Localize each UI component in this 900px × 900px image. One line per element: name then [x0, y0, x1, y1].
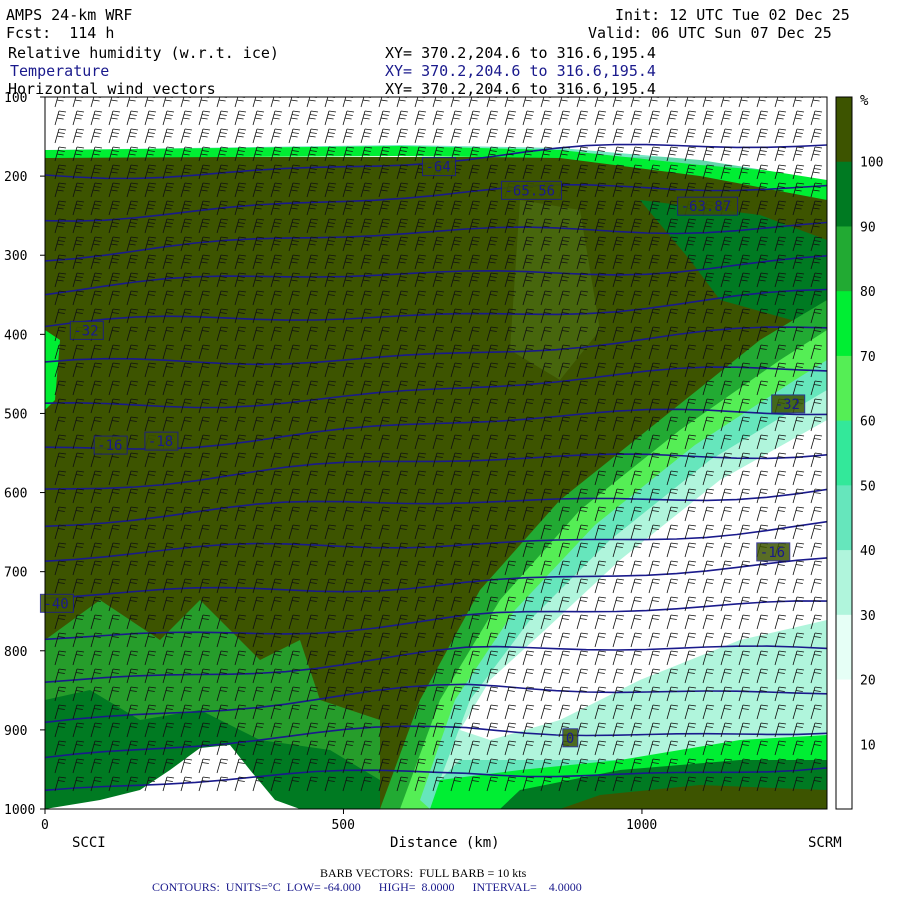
colorbar: 10 20 30 40 50 60 70 80 90 100: [835, 96, 883, 810]
y-tick-label: 800: [4, 645, 27, 660]
y-tick-label: 700: [4, 566, 27, 581]
y-tick-label: 400: [4, 328, 27, 343]
colorbar-segment: [836, 226, 852, 292]
colorbar-unit: %: [860, 93, 869, 109]
x-tick-label: 500: [331, 818, 354, 833]
colorbar-label: 80: [860, 285, 876, 300]
isotherm-label: 0: [562, 728, 579, 748]
barb-note: BARB VECTORS: FULL BARB = 10 kts: [320, 866, 527, 880]
colorbar-label: 60: [860, 415, 876, 430]
y-tick-label: 200: [4, 170, 27, 185]
colorbar-label: 90: [860, 220, 876, 235]
y-tick-label: 1000: [4, 803, 35, 818]
cross-section-chart: -64-65.56-63.87-32-32-16 -18-16-400 10020…: [4, 91, 883, 833]
colorbar-label: 40: [860, 544, 876, 559]
x-tick-label: 1000: [626, 818, 657, 833]
colorbar-segment: [836, 614, 852, 681]
y-axis: 100 200 300 400 500 600 700 800 900 1000: [4, 91, 45, 818]
isotherm-label: -63.87: [677, 196, 739, 216]
colorbar-segment: [836, 744, 852, 810]
isotherm-label: -64: [421, 157, 456, 177]
y-tick-label: 300: [4, 249, 27, 264]
isotherm-label: -16: [756, 542, 791, 562]
isotherm-label: -16: [93, 435, 128, 455]
endpoint-right: SCRM: [808, 835, 842, 851]
colorbar-label: 100: [860, 156, 883, 171]
colorbar-segment: [836, 420, 852, 486]
colorbar-segment: [836, 355, 852, 422]
colorbar-segment: [836, 161, 852, 227]
x-axis: 0 500 1000: [41, 809, 657, 833]
endpoint-left: SCCI: [72, 835, 106, 851]
colorbar-label: 20: [860, 674, 876, 689]
colorbar-segment: [836, 550, 852, 616]
colorbar-label: 10: [860, 738, 876, 753]
x-axis-label: Distance (km): [390, 835, 500, 851]
y-tick-label: 100: [4, 91, 27, 106]
colorbar-label: 30: [860, 609, 876, 624]
isotherm-label: -32: [69, 320, 104, 340]
colorbar-segment: [836, 291, 852, 357]
isotherm-label: -32: [771, 394, 806, 414]
isotherm-label: -65.56: [501, 180, 563, 200]
colorbar-label: 70: [860, 350, 876, 365]
colorbar-segment: [836, 97, 852, 163]
colorbar-segment: [836, 679, 852, 745]
y-tick-label: 900: [4, 724, 27, 739]
colorbar-label: 50: [860, 479, 876, 494]
x-tick-label: 0: [41, 818, 49, 833]
contour-note: CONTOURS: UNITS=°C LOW= -64.000 HIGH= 8.…: [152, 880, 582, 894]
colorbar-segment: [836, 485, 852, 551]
isotherm-label: -18: [144, 431, 179, 451]
y-tick-label: 500: [4, 407, 27, 422]
y-tick-label: 600: [4, 487, 27, 502]
